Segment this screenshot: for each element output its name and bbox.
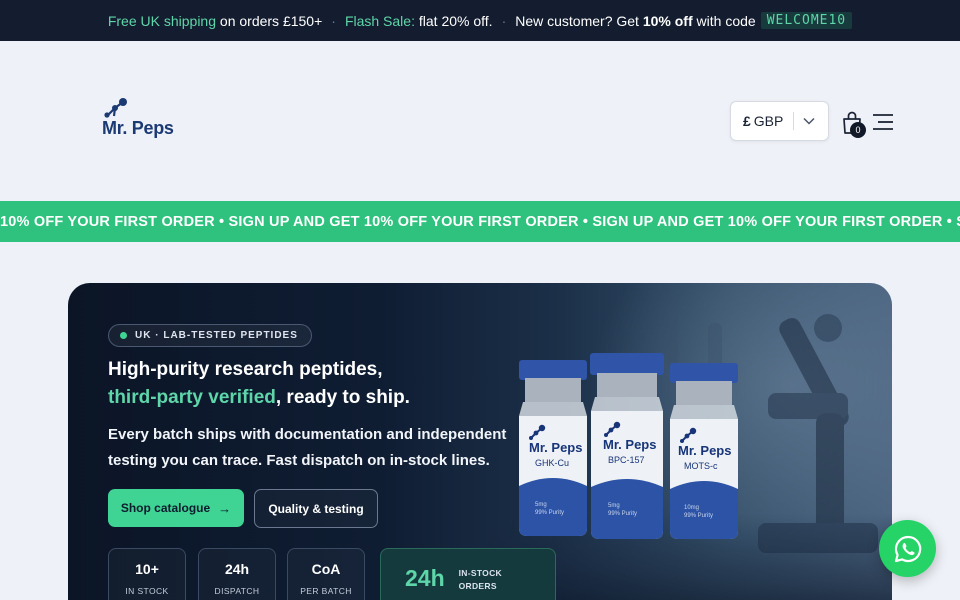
stat-dispatch: 24h DISPATCH	[198, 548, 276, 600]
headline-rest: , ready to ship.	[275, 387, 410, 408]
separator-dot: ·	[331, 12, 336, 29]
quality-testing-button[interactable]: Quality & testing	[254, 489, 378, 528]
hero-banner: UK · LAB-TESTED PEPTIDES High-purity res…	[68, 283, 892, 600]
announcement-bar: Free UK shipping on orders £150+ · Flash…	[0, 0, 960, 41]
promo-marquee: 10% OFF YOUR FIRST ORDER • SIGN UP AND G…	[0, 201, 960, 242]
arrow-right-icon: →	[218, 500, 232, 516]
vial-ghk-cu: Mr. Peps GHK-Cu 5mg 99% Purity	[519, 360, 587, 536]
vial-purity: 99% Purity	[684, 513, 713, 519]
headline-accent: third-party verified	[108, 387, 276, 408]
vial-name: BPC-157	[608, 455, 645, 465]
chevron-down-icon	[803, 117, 815, 125]
stat-value: 10+	[135, 561, 159, 577]
currency-symbol: £	[743, 113, 751, 129]
highlight-value: 24h	[405, 565, 445, 591]
hero-headline: High-purity research peptides, third-par…	[108, 356, 410, 412]
logo[interactable]: Mr. Peps	[102, 97, 174, 139]
new-customer-discount: 10% off	[642, 12, 693, 29]
whatsapp-icon	[894, 535, 921, 562]
stat-in-stock: 10+ IN STOCK	[108, 548, 186, 600]
cart-count-badge: 0	[850, 122, 866, 138]
stat-value: CoA	[311, 561, 341, 577]
sale-text: flat 20% off.	[418, 12, 493, 29]
currency-code: GBP	[753, 113, 784, 129]
hero-badge: UK · LAB-TESTED PEPTIDES	[108, 324, 312, 347]
new-customer-text: New customer? Get	[515, 12, 639, 29]
vial-name: MOTS-c	[684, 461, 718, 471]
shipping-highlight: Free UK shipping	[107, 12, 217, 29]
stat-label: PER BATCH	[300, 586, 352, 596]
highlight-label-line1: IN-STOCK	[458, 568, 502, 578]
logo-text: Mr. Peps	[102, 118, 174, 138]
vial-dose: 10mg	[684, 505, 699, 511]
vial-dose: 5mg	[608, 503, 620, 509]
currency-selector[interactable]: £ GBP	[730, 101, 829, 141]
vial-name: GHK-Cu	[535, 458, 569, 468]
hero-subtext: Every batch ships with documentation and…	[108, 426, 507, 469]
menu-icon[interactable]	[872, 113, 894, 131]
whatsapp-chat-button[interactable]	[879, 520, 936, 577]
vial-dose: 5mg	[535, 502, 547, 508]
vial-purity: 99% Purity	[535, 510, 564, 516]
new-customer-suffix: with code	[696, 12, 756, 29]
stat-label: IN STOCK	[125, 586, 169, 596]
vial-bpc-157: Mr. Peps BPC-157 5mg 99% Purity	[590, 353, 664, 539]
promo-code: WELCOME10	[760, 12, 853, 29]
vial-purity: 99% Purity	[608, 511, 637, 517]
hero-badge-text: UK · LAB-TESTED PEPTIDES	[135, 330, 298, 341]
shop-catalogue-button[interactable]: Shop catalogue →	[108, 489, 244, 527]
stat-highlight: 24h IN-STOCK ORDERS	[380, 548, 556, 600]
stat-value: 24h	[224, 561, 250, 577]
stat-coa: CoA PER BATCH	[287, 548, 365, 600]
separator-dot: ·	[501, 12, 507, 29]
vial-brand: Mr. Peps	[678, 443, 731, 458]
headline-line1: High-purity research peptides,	[108, 359, 383, 380]
vial-brand: Mr. Peps	[529, 440, 582, 455]
marquee-text: 10% OFF YOUR FIRST ORDER • SIGN UP AND G…	[0, 213, 960, 230]
site-header: Mr. Peps £ GBP 0	[0, 41, 960, 201]
sale-highlight: Flash Sale:	[344, 12, 415, 29]
vial-brand: Mr. Peps	[603, 437, 656, 452]
vial-mots-c: Mr. Peps MOTS-c 10mg 99% Purity	[670, 363, 738, 539]
currency-divider	[793, 112, 795, 130]
shipping-text: on orders £150+	[219, 12, 323, 29]
shop-catalogue-label: Shop catalogue	[120, 501, 211, 515]
highlight-label-line2: ORDERS	[458, 581, 497, 591]
quality-testing-label: Quality & testing	[268, 501, 364, 516]
status-dot	[120, 332, 127, 339]
highlight-label: IN-STOCK ORDERS	[459, 567, 502, 593]
stat-label: DISPATCH	[214, 586, 260, 596]
